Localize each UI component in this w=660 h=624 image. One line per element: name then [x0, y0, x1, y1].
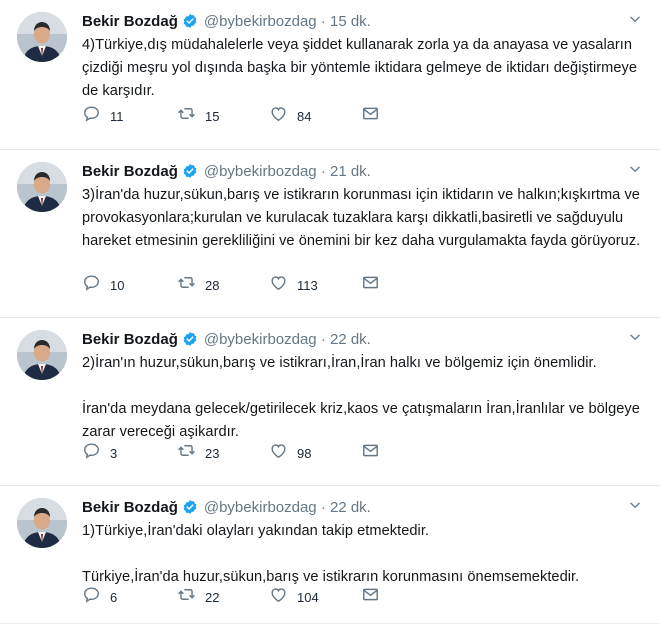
- tweet-text: 1)Türkiye,İran'daki olayları yakından ta…: [82, 520, 642, 589]
- chevron-down-icon[interactable]: [628, 330, 642, 344]
- like-button[interactable]: 84: [269, 106, 361, 126]
- tweet-text: 4)Türkiye,dış müdahalelerle veya şiddet …: [82, 34, 642, 103]
- retweet-icon: [177, 441, 196, 465]
- avatar[interactable]: [17, 330, 67, 380]
- tweet[interactable]: Bekir Bozdağ @bybekirbozdag · 22 dk. 1)T…: [0, 486, 660, 624]
- author-handle-time[interactable]: @bybekirbozdag · 21 dk.: [204, 163, 371, 180]
- author-handle-time[interactable]: @bybekirbozdag · 22 dk.: [204, 499, 371, 516]
- retweet-button[interactable]: 23: [177, 443, 269, 463]
- tweet-actions: 11 15 84: [82, 106, 380, 126]
- avatar[interactable]: [17, 498, 67, 548]
- retweet-icon: [177, 585, 196, 609]
- chevron-down-icon[interactable]: [628, 12, 642, 26]
- author-handle-time[interactable]: @bybekirbozdag · 15 dk.: [204, 13, 371, 30]
- tweet-header: Bekir Bozdağ @bybekirbozdag · 21 dk.: [82, 160, 371, 182]
- author-name[interactable]: Bekir Bozdağ: [82, 13, 178, 30]
- reply-icon: [82, 273, 101, 297]
- tweet[interactable]: Bekir Bozdağ @bybekirbozdag · 15 dk. 4)T…: [0, 0, 660, 150]
- verified-badge-icon: [182, 499, 198, 515]
- retweet-button[interactable]: 22: [177, 587, 269, 607]
- envelope-icon: [361, 441, 380, 465]
- reply-icon: [82, 104, 101, 128]
- tweet-text-paragraph: İran'da meydana gelecek/getirilecek kriz…: [82, 401, 640, 440]
- like-button[interactable]: 104: [269, 587, 361, 607]
- direct-message-button[interactable]: [361, 443, 380, 463]
- reply-count: 10: [110, 277, 125, 293]
- avatar[interactable]: [17, 12, 67, 62]
- retweet-count: 22: [205, 589, 220, 605]
- envelope-icon: [361, 585, 380, 609]
- tweet-text-paragraph: 2)İran'ın huzur,sükun,barış ve istikrarı…: [82, 355, 597, 371]
- retweet-button[interactable]: 28: [177, 275, 269, 295]
- tweet-header: Bekir Bozdağ @bybekirbozdag · 22 dk.: [82, 328, 371, 350]
- retweet-button[interactable]: 15: [177, 106, 269, 126]
- author-handle-time[interactable]: @bybekirbozdag · 22 dk.: [204, 331, 371, 348]
- tweet-text-paragraph: 3)İran'da huzur,sükun,barış ve istikrarı…: [82, 187, 641, 249]
- reply-icon: [82, 441, 101, 465]
- author-name[interactable]: Bekir Bozdağ: [82, 499, 178, 516]
- retweet-icon: [177, 104, 196, 128]
- verified-badge-icon: [182, 163, 198, 179]
- reply-button[interactable]: 10: [82, 275, 177, 295]
- reply-icon: [82, 585, 101, 609]
- author-name[interactable]: Bekir Bozdağ: [82, 331, 178, 348]
- avatar[interactable]: [17, 162, 67, 212]
- tweet-feed: Bekir Bozdağ @bybekirbozdag · 15 dk. 4)T…: [0, 0, 660, 624]
- tweet-text-paragraph: 4)Türkiye,dış müdahalelerle veya şiddet …: [82, 37, 638, 99]
- retweet-count: 28: [205, 277, 220, 293]
- tweet-text: 2)İran'ın huzur,sükun,barış ve istikrarı…: [82, 352, 642, 444]
- author-name[interactable]: Bekir Bozdağ: [82, 163, 178, 180]
- heart-icon: [269, 441, 288, 465]
- tweet-actions: 3 23 98: [82, 443, 380, 463]
- direct-message-button[interactable]: [361, 275, 380, 295]
- retweet-count: 23: [205, 445, 220, 461]
- envelope-icon: [361, 273, 380, 297]
- verified-badge-icon: [182, 331, 198, 347]
- verified-badge-icon: [182, 13, 198, 29]
- like-count: 104: [297, 589, 319, 605]
- tweet-text-paragraph: 1)Türkiye,İran'daki olayları yakından ta…: [82, 523, 430, 539]
- like-count: 113: [297, 277, 318, 293]
- heart-icon: [269, 585, 288, 609]
- tweet[interactable]: Bekir Bozdağ @bybekirbozdag · 22 dk. 2)İ…: [0, 318, 660, 486]
- reply-button[interactable]: 6: [82, 587, 177, 607]
- tweet-header: Bekir Bozdağ @bybekirbozdag · 22 dk.: [82, 496, 371, 518]
- tweet-text: 3)İran'da huzur,sükun,barış ve istikrarı…: [82, 184, 642, 253]
- tweet-actions: 6 22 104: [82, 587, 380, 607]
- retweet-icon: [177, 273, 196, 297]
- envelope-icon: [361, 104, 380, 128]
- reply-count: 11: [110, 108, 124, 124]
- chevron-down-icon[interactable]: [628, 498, 642, 512]
- direct-message-button[interactable]: [361, 106, 380, 126]
- heart-icon: [269, 273, 288, 297]
- reply-count: 3: [110, 445, 118, 461]
- tweet-actions: 10 28 113: [82, 275, 380, 295]
- like-button[interactable]: 113: [269, 275, 361, 295]
- like-count: 84: [297, 108, 312, 124]
- reply-button[interactable]: 11: [82, 106, 177, 126]
- heart-icon: [269, 104, 288, 128]
- tweet[interactable]: Bekir Bozdağ @bybekirbozdag · 21 dk. 3)İ…: [0, 150, 660, 318]
- retweet-count: 15: [205, 108, 220, 124]
- like-count: 98: [297, 445, 312, 461]
- direct-message-button[interactable]: [361, 587, 380, 607]
- chevron-down-icon[interactable]: [628, 162, 642, 176]
- reply-button[interactable]: 3: [82, 443, 177, 463]
- tweet-header: Bekir Bozdağ @bybekirbozdag · 15 dk.: [82, 10, 371, 32]
- like-button[interactable]: 98: [269, 443, 361, 463]
- reply-count: 6: [110, 589, 118, 605]
